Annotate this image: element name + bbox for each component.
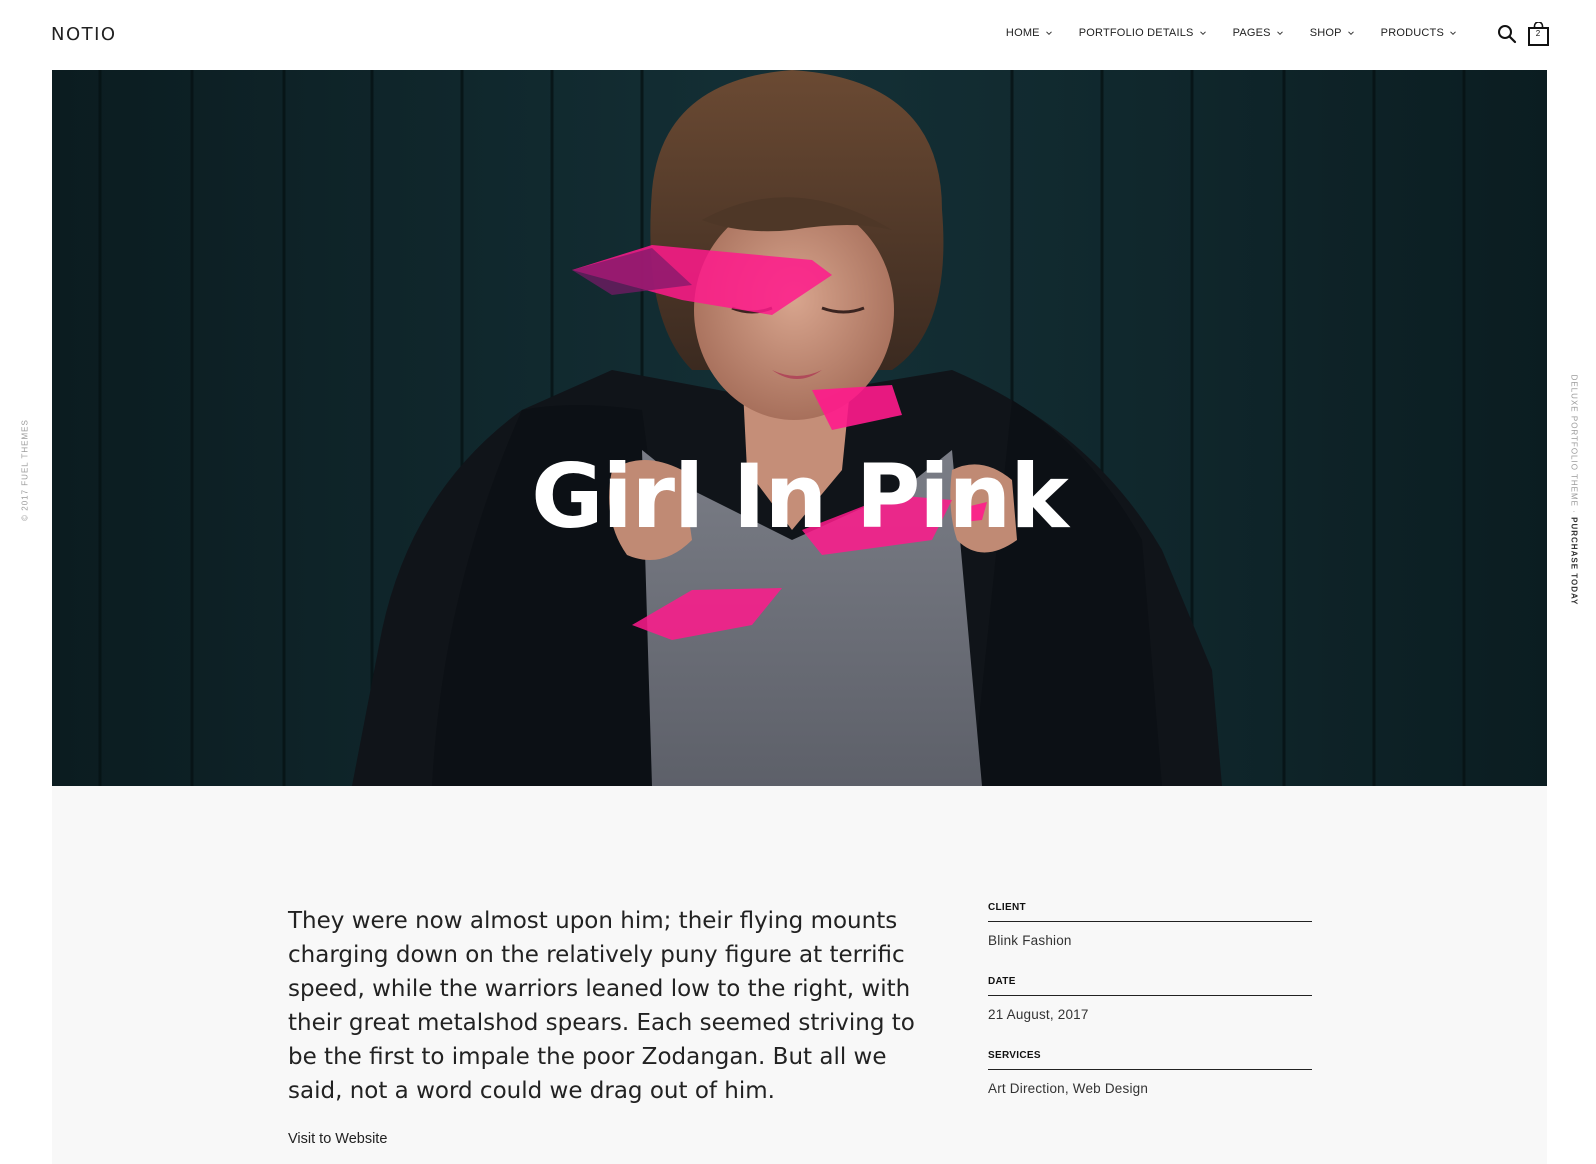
nav-item-label: HOME (1005, 27, 1040, 39)
nav-item-label: PRODUCTS (1380, 27, 1444, 39)
meta-label: SERVICES (988, 1050, 1312, 1070)
promo-vertical: DELUXE PORTFOLIO THEME · PURCHASE TODAY (1570, 375, 1579, 606)
nav-item-pages[interactable]: PAGES (1233, 27, 1283, 39)
project-details-section: They were now almost upon him; their fly… (52, 786, 1547, 1164)
project-description: They were now almost upon him; their fly… (288, 908, 915, 1104)
chevron-down-icon (1347, 30, 1354, 36)
meta-value: Art Direction, Web Design (988, 1081, 1149, 1096)
site-header: NOTIO HOME PORTFOLIO DETAILS PAGES SHOP … (0, 0, 1596, 70)
nav-item-portfolio-details[interactable]: PORTFOLIO DETAILS (1079, 27, 1206, 39)
main-nav: HOME PORTFOLIO DETAILS PAGES SHOP PRODUC… (979, 27, 1456, 39)
bag-icon[interactable]: 2 (1528, 21, 1550, 46)
chevron-down-icon (1450, 30, 1456, 36)
search-icon[interactable] (1497, 24, 1517, 44)
meta-value: 21 August, 2017 (988, 1007, 1089, 1022)
nav-item-shop[interactable]: SHOP (1310, 27, 1354, 39)
meta-date: DATE 21 August, 2017 (988, 976, 1312, 1022)
meta-label: DATE (988, 976, 1312, 996)
copyright-vertical: © 2017 FUEL THEMES (20, 419, 30, 521)
hero-title: Girl In Pink (531, 445, 1068, 548)
promo-text: DELUXE PORTFOLIO THEME · (1569, 374, 1579, 518)
nav-item-label: PAGES (1232, 27, 1271, 39)
meta-client: CLIENT Blink Fashion (988, 902, 1312, 948)
cart-count-badge: 2 (1535, 29, 1541, 38)
chevron-down-icon (1276, 30, 1283, 36)
meta-label: CLIENT (988, 902, 1312, 922)
project-meta: CLIENT Blink Fashion DATE 21 August, 201… (988, 902, 1312, 1124)
site-logo[interactable]: NOTIO (51, 24, 117, 45)
chevron-down-icon (1199, 30, 1206, 36)
nav-item-label: SHOP (1309, 27, 1342, 39)
purchase-link[interactable]: PURCHASE TODAY (1570, 517, 1579, 605)
chevron-down-icon (1045, 30, 1052, 36)
meta-value: Blink Fashion (988, 933, 1072, 948)
visit-website-link[interactable]: Visit to Website (288, 1131, 387, 1147)
nav-item-label: PORTFOLIO DETAILS (1078, 27, 1194, 39)
nav-item-products[interactable]: PRODUCTS (1381, 27, 1456, 39)
hero-photo-illustration (52, 70, 1547, 786)
nav-item-home[interactable]: HOME (1006, 27, 1052, 39)
hero-image: Girl In Pink (52, 70, 1547, 786)
meta-services: SERVICES Art Direction, Web Design (988, 1050, 1312, 1096)
